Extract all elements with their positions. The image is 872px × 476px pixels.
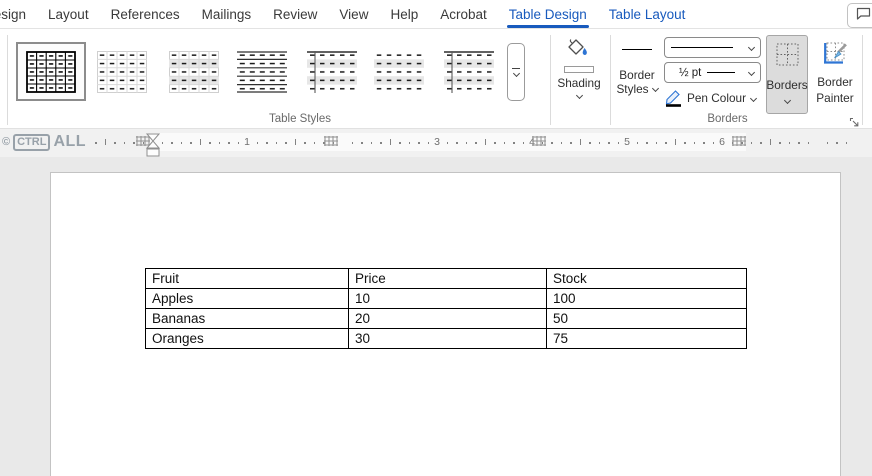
table-cell[interactable]: 10 — [348, 288, 547, 309]
document-table: Fruit Price Stock Apples 10 100 Bananas … — [145, 268, 747, 349]
ruled-rows-style-icon — [236, 50, 287, 93]
border-line-weight-select[interactable]: ½ pt — [664, 62, 761, 83]
table-cell[interactable]: Price — [348, 268, 547, 289]
header-column-banded-style-icon — [306, 50, 357, 93]
banded-grid-style-icon — [168, 50, 219, 93]
ruler-number: 3 — [434, 136, 440, 148]
document-canvas: Fruit Price Stock Apples 10 100 Bananas … — [0, 157, 872, 476]
table-column-marker[interactable] — [324, 133, 338, 151]
borders-grid-icon — [776, 43, 799, 69]
table-style-option-5[interactable] — [303, 48, 360, 95]
word-window: Design Layout References Mailings Review… — [0, 0, 872, 476]
table-cell[interactable]: Oranges — [145, 328, 349, 349]
tab-help[interactable]: Help — [379, 0, 429, 28]
shading-button[interactable]: Shading — [553, 36, 605, 114]
chevron-down-icon — [747, 43, 756, 52]
horizontal-ruler[interactable]: © CTRL ALL 13456 — [0, 129, 872, 157]
table-cell[interactable]: 30 — [348, 328, 547, 349]
pen-colour-button[interactable]: Pen Colour — [664, 87, 764, 109]
document-page[interactable]: Fruit Price Stock Apples 10 100 Bananas … — [50, 172, 841, 476]
borders-dialog-launcher[interactable] — [849, 115, 861, 127]
tab-view[interactable]: View — [328, 0, 379, 28]
tab-design[interactable]: Design — [0, 0, 37, 28]
table-row: Oranges 30 75 — [145, 328, 747, 349]
group-divider — [550, 35, 551, 125]
ruler-number: 1 — [244, 136, 250, 148]
tab-references[interactable]: References — [100, 0, 191, 28]
border-painter-label-2: Painter — [816, 91, 854, 105]
table-cell[interactable]: Bananas — [145, 308, 349, 329]
table-cell[interactable]: Fruit — [145, 268, 349, 289]
header-column-banded-alt-style-icon — [443, 50, 494, 93]
group-divider — [7, 35, 8, 125]
tab-row: Design Layout References Mailings Review… — [0, 0, 696, 28]
ribbon-tab-bar: Design Layout References Mailings Review… — [0, 0, 872, 29]
table-cell[interactable]: 75 — [546, 328, 747, 349]
group-divider — [610, 35, 611, 125]
banded-rows-style-icon — [373, 50, 424, 93]
watermark: © CTRL ALL — [2, 133, 86, 151]
chevron-down-icon — [783, 96, 791, 105]
table-cell[interactable]: 100 — [546, 288, 747, 309]
paint-bucket-icon — [566, 38, 593, 65]
tab-acrobat[interactable]: Acrobat — [429, 0, 498, 28]
table-column-marker[interactable] — [136, 133, 150, 151]
table-cell[interactable]: Stock — [546, 268, 747, 289]
table-grid-style-icon — [26, 50, 76, 93]
watermark-ctrl: CTRL — [13, 133, 51, 151]
tab-table-design[interactable]: Table Design — [498, 0, 598, 28]
tab-layout[interactable]: Layout — [37, 0, 100, 28]
tab-mailings[interactable]: Mailings — [191, 0, 263, 28]
border-styles-label-1: Border — [619, 68, 655, 82]
shading-label: Shading — [557, 76, 601, 90]
borders-label: Borders — [766, 78, 808, 92]
borders-button[interactable]: Borders — [766, 35, 808, 114]
border-styles-button[interactable]: Border Styles — [612, 36, 662, 114]
chevron-down-icon — [747, 68, 756, 77]
table-style-option-3[interactable] — [165, 48, 222, 95]
border-line-style-select[interactable] — [664, 37, 761, 58]
chevron-down-icon — [749, 94, 758, 102]
table-row: Apples 10 100 — [145, 288, 747, 309]
comment-bubble-icon — [856, 7, 871, 25]
table-cell[interactable]: 20 — [348, 308, 547, 329]
line-weight-value: ½ pt — [679, 66, 702, 79]
ruler-number: 6 — [719, 136, 725, 148]
borders-group-label: Borders — [707, 113, 748, 125]
table-style-option-1-selected[interactable] — [16, 42, 86, 101]
table-header-row: Fruit Price Stock — [145, 268, 747, 289]
tab-review[interactable]: Review — [262, 0, 328, 28]
pen-colour-label: Pen Colour — [687, 91, 747, 105]
tab-table-layout[interactable]: Table Layout — [598, 0, 697, 28]
table-row: Bananas 20 50 — [145, 308, 747, 329]
watermark-all: ALL — [53, 133, 87, 150]
table-style-option-7[interactable] — [440, 48, 497, 95]
table-column-marker[interactable] — [732, 133, 746, 151]
comments-button[interactable] — [847, 3, 872, 28]
line-style-solid-icon — [671, 47, 733, 48]
table-style-option-2[interactable] — [93, 48, 150, 95]
border-style-line-icon — [622, 49, 652, 50]
ruler-number: 5 — [624, 136, 630, 148]
border-styles-label-2: Styles — [616, 82, 659, 96]
table-styles-group-label: Table Styles — [268, 113, 331, 125]
border-painter-label-1: Border — [817, 75, 853, 89]
table-style-option-6[interactable] — [370, 48, 427, 95]
table-styles-gallery-more-button[interactable] — [507, 43, 525, 101]
pen-icon — [664, 89, 683, 107]
chevron-down-icon — [575, 91, 583, 100]
table-column-marker[interactable] — [532, 133, 546, 151]
line-weight-preview-icon — [707, 72, 736, 73]
table-style-option-4[interactable] — [233, 48, 290, 95]
border-painter-icon — [823, 41, 848, 69]
group-divider — [862, 35, 863, 125]
border-painter-button[interactable]: Border Painter — [811, 35, 859, 114]
plain-grid-style-icon — [96, 50, 147, 93]
watermark-copyright: © — [2, 136, 11, 148]
shading-current-color-swatch — [564, 66, 594, 73]
table-cell[interactable]: Apples — [145, 288, 349, 309]
ribbon-table-design: Shading Border Styles ½ pt Pen Colour Bo… — [0, 29, 872, 129]
table-cell[interactable]: 50 — [546, 308, 747, 329]
